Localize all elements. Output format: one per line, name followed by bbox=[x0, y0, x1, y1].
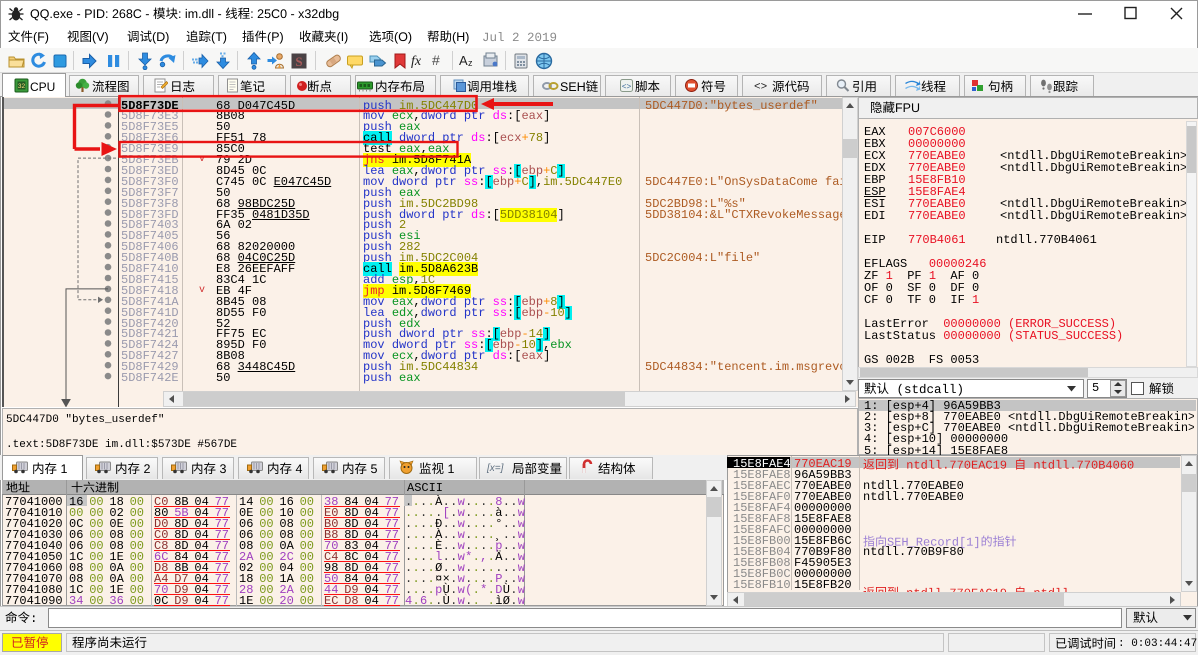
svg-text:z: z bbox=[468, 58, 473, 68]
svg-text:32: 32 bbox=[18, 83, 26, 90]
svg-text:A: A bbox=[459, 53, 468, 68]
svg-text:S: S bbox=[295, 54, 302, 69]
svg-text:#: # bbox=[432, 52, 440, 68]
svg-text:fx: fx bbox=[411, 54, 422, 69]
